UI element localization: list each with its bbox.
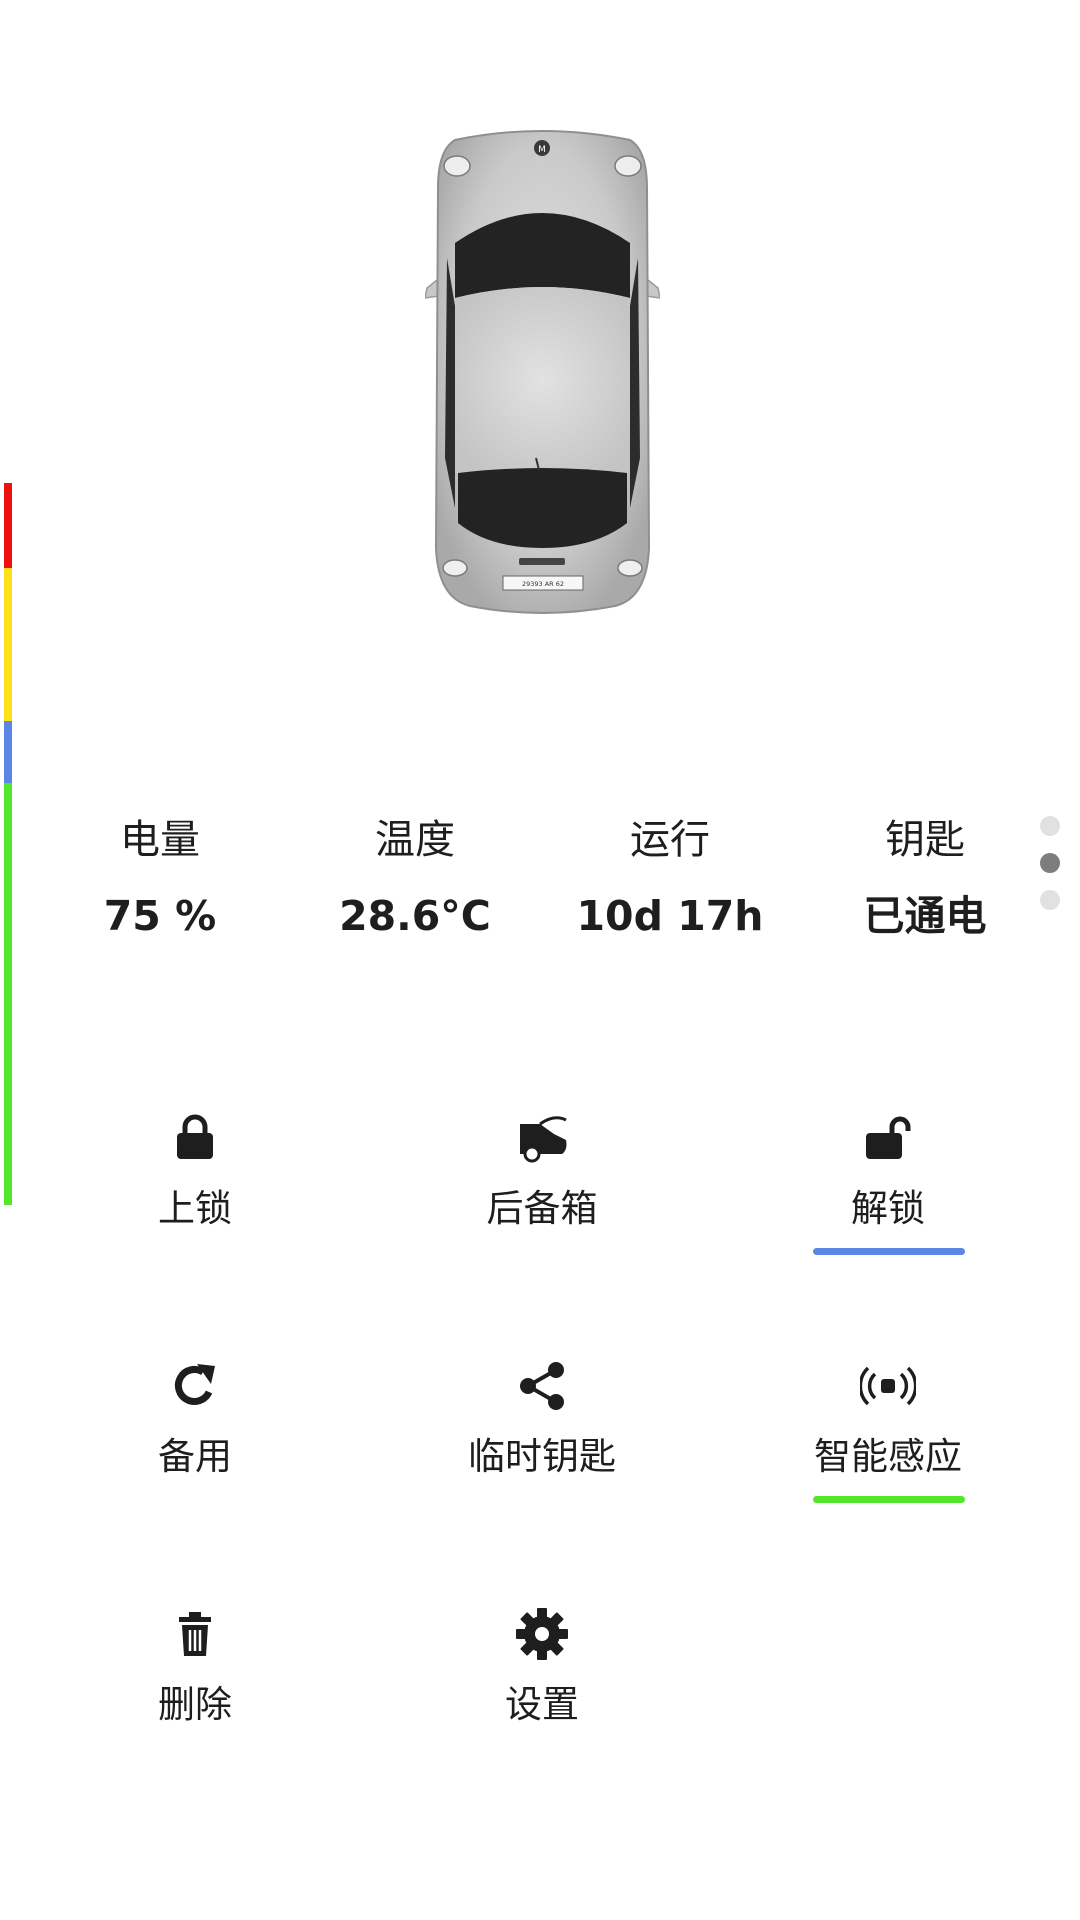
settings-button[interactable]: 设置 bbox=[432, 1606, 652, 1756]
car-top-view-image: M 29393 AR 62 bbox=[424, 128, 661, 618]
unlock-label: 解锁 bbox=[851, 1187, 925, 1230]
page-dot[interactable] bbox=[1040, 816, 1060, 836]
share-icon bbox=[520, 1362, 564, 1410]
refresh-icon bbox=[174, 1364, 215, 1405]
strip-segment-red bbox=[4, 483, 12, 568]
page-dot-active[interactable] bbox=[1040, 853, 1060, 873]
temporary-key-label: 临时钥匙 bbox=[468, 1435, 616, 1478]
trash-icon bbox=[179, 1612, 211, 1656]
stat-key: 钥匙 已通电 bbox=[805, 812, 1045, 944]
trunk-label: 后备箱 bbox=[486, 1187, 598, 1230]
temporary-key-button[interactable]: 临时钥匙 bbox=[432, 1358, 652, 1508]
delete-label: 删除 bbox=[158, 1683, 232, 1726]
lock-icon bbox=[177, 1114, 213, 1159]
stat-battery: 电量 75 % bbox=[40, 812, 280, 944]
unlock-icon bbox=[866, 1116, 911, 1159]
unlock-active-indicator bbox=[813, 1248, 965, 1255]
gear-icon bbox=[516, 1608, 568, 1660]
stat-runtime: 运行 10d 17h bbox=[550, 812, 790, 944]
proximity-icon bbox=[860, 1366, 916, 1406]
strip-segment-yellow bbox=[4, 568, 12, 721]
vehicle-stats-row: 电量 75 % 温度 28.6°C 运行 10d 17h 钥匙 已通电 bbox=[0, 812, 1080, 952]
lock-button[interactable]: 上锁 bbox=[85, 1110, 305, 1260]
settings-label: 设置 bbox=[505, 1683, 579, 1726]
page-indicator bbox=[1040, 816, 1062, 927]
stat-value: 75 % bbox=[103, 892, 217, 940]
stat-value: 28.6°C bbox=[339, 892, 491, 940]
unlock-button[interactable]: 解锁 bbox=[778, 1110, 998, 1260]
strip-segment-blue bbox=[4, 721, 12, 783]
car-badge: M bbox=[538, 145, 546, 155]
license-plate: 29393 AR 62 bbox=[522, 580, 564, 588]
smart-proximity-button[interactable]: 智能感应 bbox=[778, 1358, 998, 1508]
delete-button[interactable]: 删除 bbox=[85, 1606, 305, 1756]
backup-label: 备用 bbox=[158, 1435, 232, 1478]
trunk-button[interactable]: 后备箱 bbox=[432, 1110, 652, 1260]
stat-label: 温度 bbox=[375, 817, 455, 863]
stat-label: 钥匙 bbox=[885, 817, 965, 863]
lock-label: 上锁 bbox=[158, 1187, 232, 1230]
stat-value: 10d 17h bbox=[576, 892, 764, 940]
stat-label: 电量 bbox=[120, 817, 200, 863]
smart-proximity-active-indicator bbox=[813, 1496, 965, 1503]
backup-button[interactable]: 备用 bbox=[85, 1358, 305, 1508]
stat-value: 已通电 bbox=[863, 892, 987, 940]
page-dot[interactable] bbox=[1040, 890, 1060, 910]
stat-label: 运行 bbox=[630, 817, 710, 863]
stat-temperature: 温度 28.6°C bbox=[295, 812, 535, 944]
trunk-icon bbox=[520, 1116, 567, 1163]
smart-proximity-label: 智能感应 bbox=[814, 1435, 962, 1478]
